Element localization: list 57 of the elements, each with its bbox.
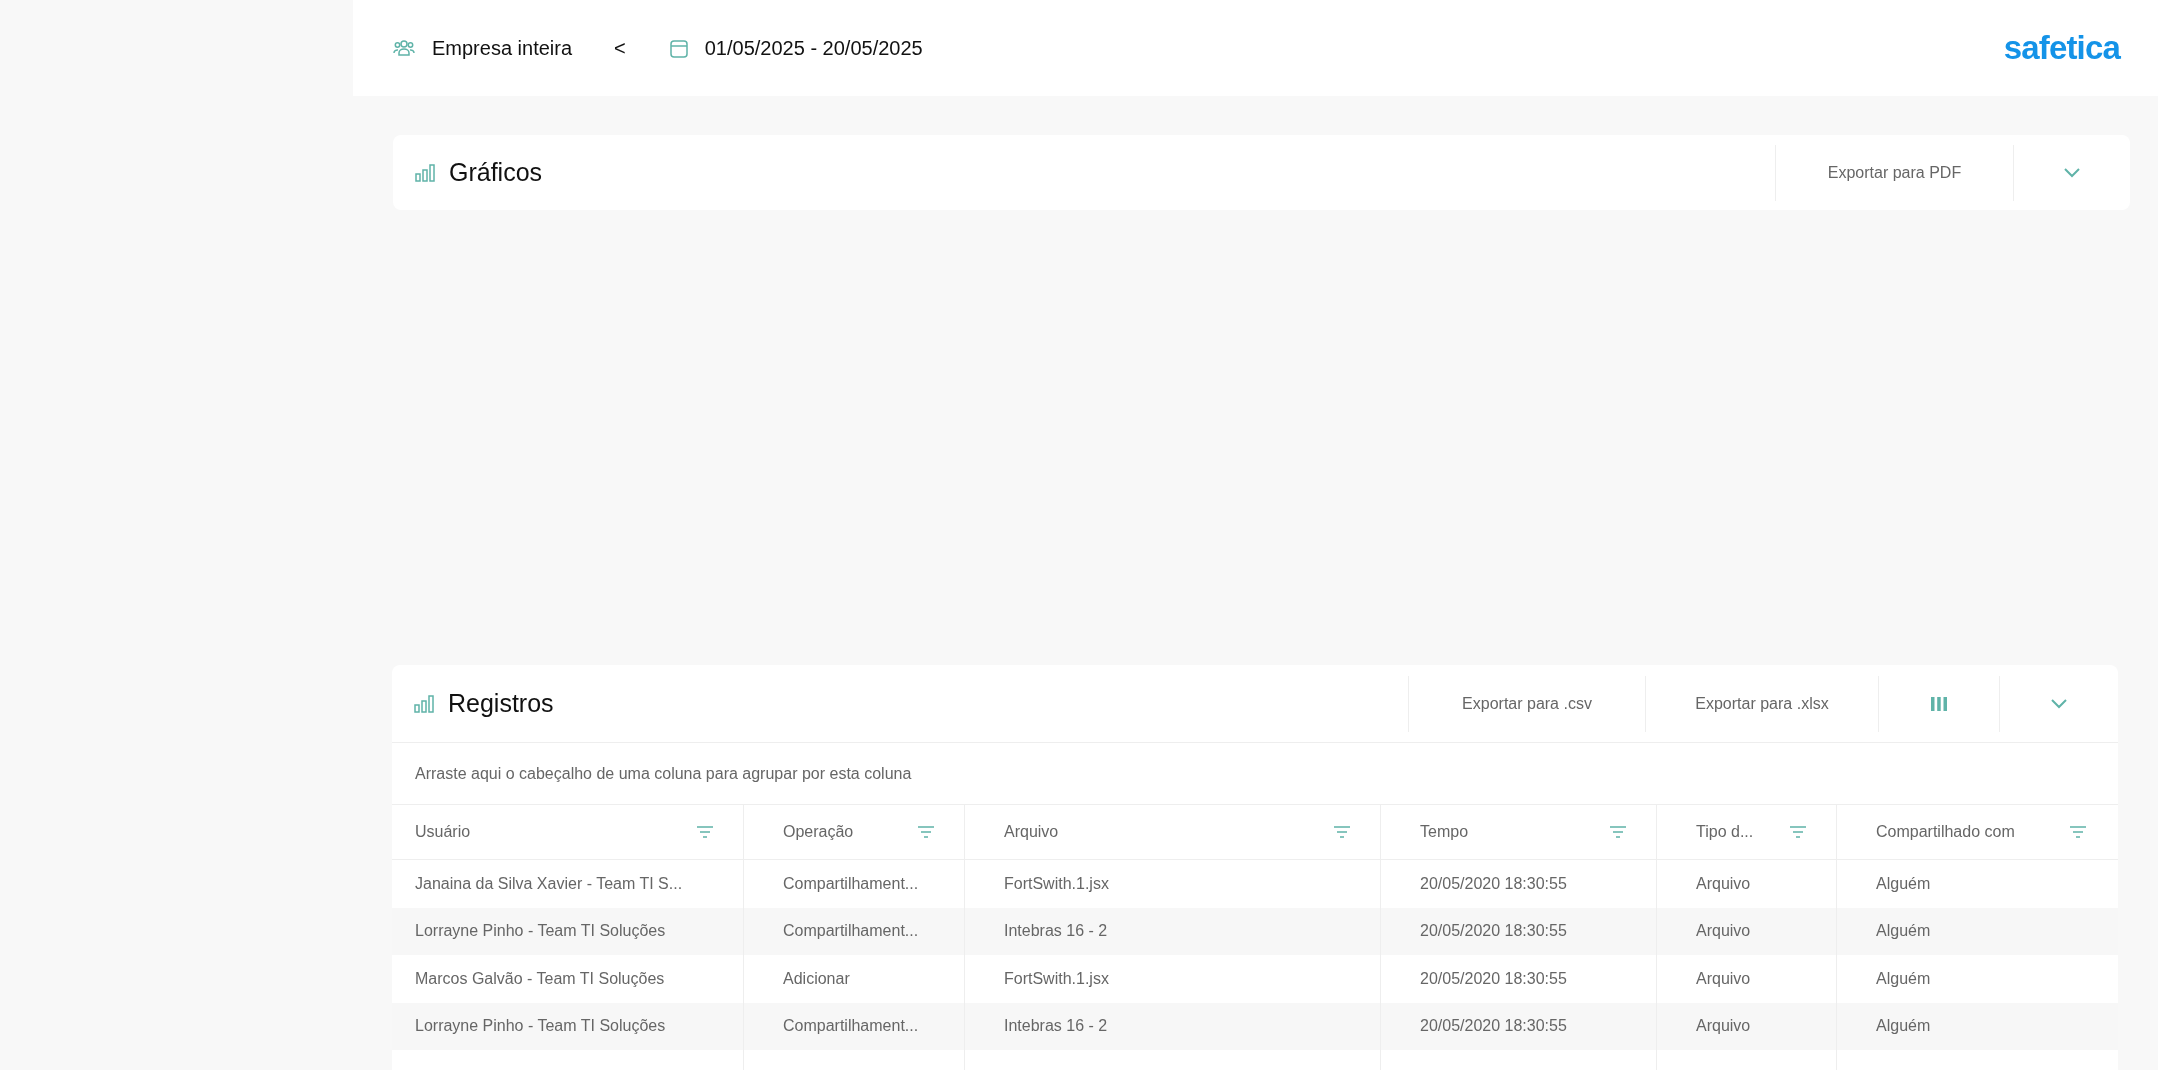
logo: safetica xyxy=(2003,28,2120,69)
column-header[interactable]: Operação xyxy=(743,805,964,859)
filter-icon[interactable] xyxy=(2070,826,2086,838)
filter-icon[interactable] xyxy=(918,826,934,838)
column-title: Tempo xyxy=(1420,822,1469,842)
table-cell-text: Alguém xyxy=(1876,921,1931,942)
table-cell-text: Janaina da Silva Xavier - Team TI S... xyxy=(415,873,683,894)
table-cell-text: Alguém xyxy=(1876,873,1931,894)
column-title: Operação xyxy=(783,822,854,842)
filter-icon[interactable] xyxy=(1790,826,1806,838)
table-cell-text: FortSwith.1.jsx xyxy=(1004,873,1109,894)
date-range-picker[interactable]: 01/05/2025 - 20/05/2025 xyxy=(704,33,923,63)
filter-icon[interactable] xyxy=(1334,826,1350,838)
column-title: Arquivo xyxy=(1004,822,1059,842)
column-title: Compartilhado com xyxy=(1876,822,2015,842)
column-header[interactable]: Tipo d... xyxy=(1656,805,1836,859)
table-cell-text: Alguém xyxy=(1876,1016,1931,1037)
table-cell-text: Arquivo xyxy=(1696,1016,1751,1037)
filter-icon[interactable] xyxy=(1610,826,1626,838)
table-cell-text: Lorrayne Pinho - Team TI Soluções xyxy=(415,1016,666,1037)
table-cell-text: 20/05/2020 18:30:55 xyxy=(1420,1016,1567,1037)
calendar-icon xyxy=(669,38,688,58)
panel-title: Registros xyxy=(448,687,554,719)
columns-icon xyxy=(1931,696,1947,711)
table-cell-text: Intebras 16 - 2 xyxy=(1004,921,1108,942)
column-header[interactable]: Usuário xyxy=(392,805,743,859)
table-cell-text: Arquivo xyxy=(1696,921,1751,942)
people-icon xyxy=(393,38,415,58)
column-title: Tipo d... xyxy=(1696,822,1754,842)
table-cell-text: Alguém xyxy=(1876,968,1931,989)
export-pdf-button[interactable]: Exportar para PDF xyxy=(1775,144,2013,201)
table-cell-text: Compartilhament... xyxy=(783,873,919,894)
previous-period-button[interactable]: < xyxy=(610,33,630,63)
column-header[interactable]: Compartilhado com xyxy=(1836,805,2116,859)
table-cell-text: Compartilhament... xyxy=(783,1016,919,1037)
table-cell-text: FortSwith.1.jsx xyxy=(1004,968,1109,989)
column-header[interactable]: Arquivo xyxy=(964,805,1380,859)
panel-title: Gráficos xyxy=(449,156,543,188)
table-cell-text: 20/05/2020 18:30:55 xyxy=(1420,873,1567,894)
export-button[interactable]: Exportar para .csv xyxy=(1408,675,1645,732)
table-cell-text: 20/05/2020 18:30:55 xyxy=(1420,921,1567,942)
column-header[interactable]: Tempo xyxy=(1380,805,1656,859)
bar-chart-icon xyxy=(415,163,435,182)
table-cell-text: 20/05/2020 18:30:55 xyxy=(1420,968,1567,989)
table-cell-text: Adicionar xyxy=(783,968,850,989)
table-cell-text: Marcos Galvão - Team TI Soluções xyxy=(415,968,665,989)
table-cell-text: Compartilhament... xyxy=(783,921,919,942)
table-cell-text: Intebras 16 - 2 xyxy=(1004,1016,1108,1037)
table-cell-text: Arquivo xyxy=(1696,968,1751,989)
column-title: Usuário xyxy=(415,822,471,842)
bar-chart-icon xyxy=(414,694,434,713)
group-by-hint: Arraste aqui o cabeçalho de uma coluna para agrupar por esta coluna xyxy=(415,763,912,784)
table-cell-text: Lorrayne Pinho - Team TI Soluções xyxy=(415,921,666,942)
filter-icon[interactable] xyxy=(697,826,713,838)
scope-selector[interactable]: Empresa inteira xyxy=(432,33,573,63)
export-button[interactable]: Exportar para .xlsx xyxy=(1645,675,1878,732)
table-cell-text: Arquivo xyxy=(1696,873,1751,894)
